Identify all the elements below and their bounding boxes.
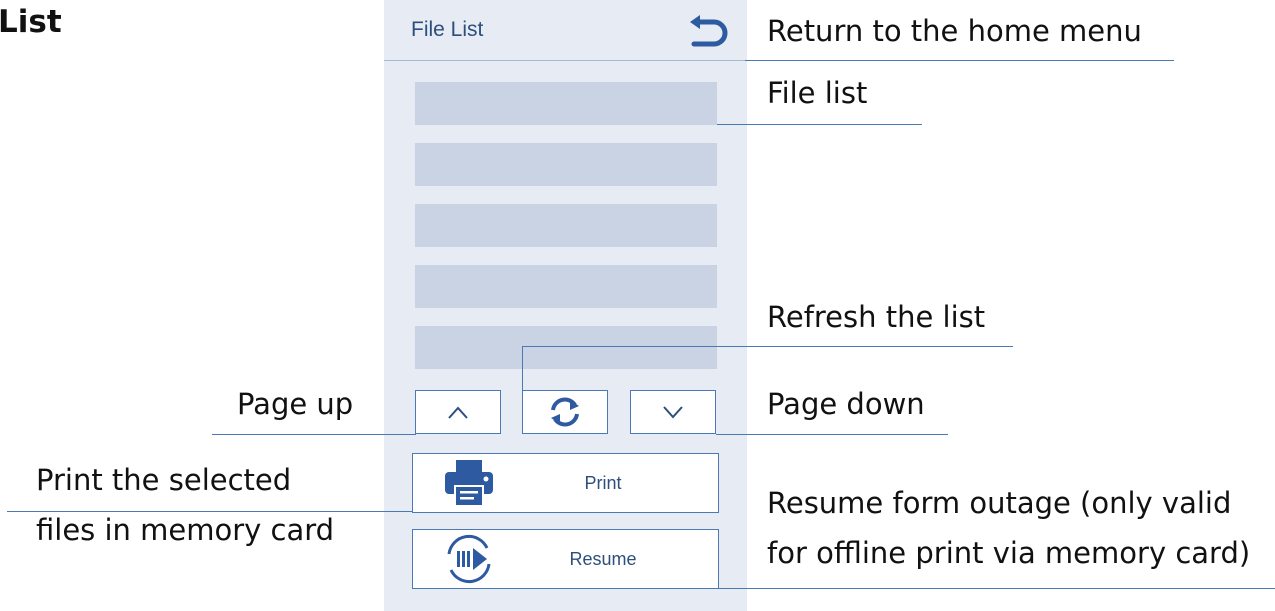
page-down-button[interactable]	[630, 390, 716, 434]
page-down-leader-line	[716, 434, 948, 435]
refresh-button[interactable]	[522, 390, 608, 434]
print-label: Print	[584, 472, 622, 493]
chevron-up-icon	[448, 406, 468, 419]
refresh-annotation: Refresh the list	[767, 300, 986, 334]
page-down-annotation: Page down	[767, 387, 925, 421]
resume-button[interactable]: Resume	[412, 529, 719, 589]
file-list-screen: File List Print Resume	[384, 0, 747, 611]
file-list-leader-line	[717, 124, 922, 125]
page-up-leader-line	[212, 434, 416, 435]
title-divider	[384, 60, 747, 61]
resume-leader-line	[716, 588, 1275, 589]
refresh-leader-line	[522, 346, 1013, 347]
resume-label: Resume	[569, 548, 637, 569]
chevron-down-icon	[663, 406, 683, 419]
return-home-annotation: Return to the home menu	[767, 14, 1142, 48]
file-list-row[interactable]	[415, 143, 717, 186]
file-list-row[interactable]	[415, 204, 717, 247]
file-list-row[interactable]	[415, 82, 717, 125]
print-button[interactable]: Print	[412, 453, 719, 513]
return-home-leader-line	[745, 60, 1174, 61]
print-annotation-line2: files in memory card	[36, 513, 335, 547]
page-up-button[interactable]	[415, 390, 501, 434]
refresh-icon	[551, 397, 579, 427]
refresh-leader-drop	[522, 346, 523, 390]
section-heading: List	[0, 4, 62, 40]
file-list-row[interactable]	[415, 326, 717, 369]
print-annotation-line1: Print the selected	[36, 463, 292, 497]
screen-title: File List	[411, 18, 484, 41]
print-leader-line	[7, 511, 413, 512]
file-list-annotation: File list	[767, 76, 868, 110]
printer-icon	[445, 460, 493, 507]
resume-annotation-line2: for offline print via memory card)	[767, 536, 1251, 570]
file-list-row[interactable]	[415, 265, 717, 308]
page-up-annotation: Page up	[237, 387, 354, 421]
return-icon[interactable]	[686, 14, 728, 52]
resume-annotation-line1: Resume form outage (only valid	[767, 486, 1232, 520]
resume-icon	[447, 534, 491, 584]
